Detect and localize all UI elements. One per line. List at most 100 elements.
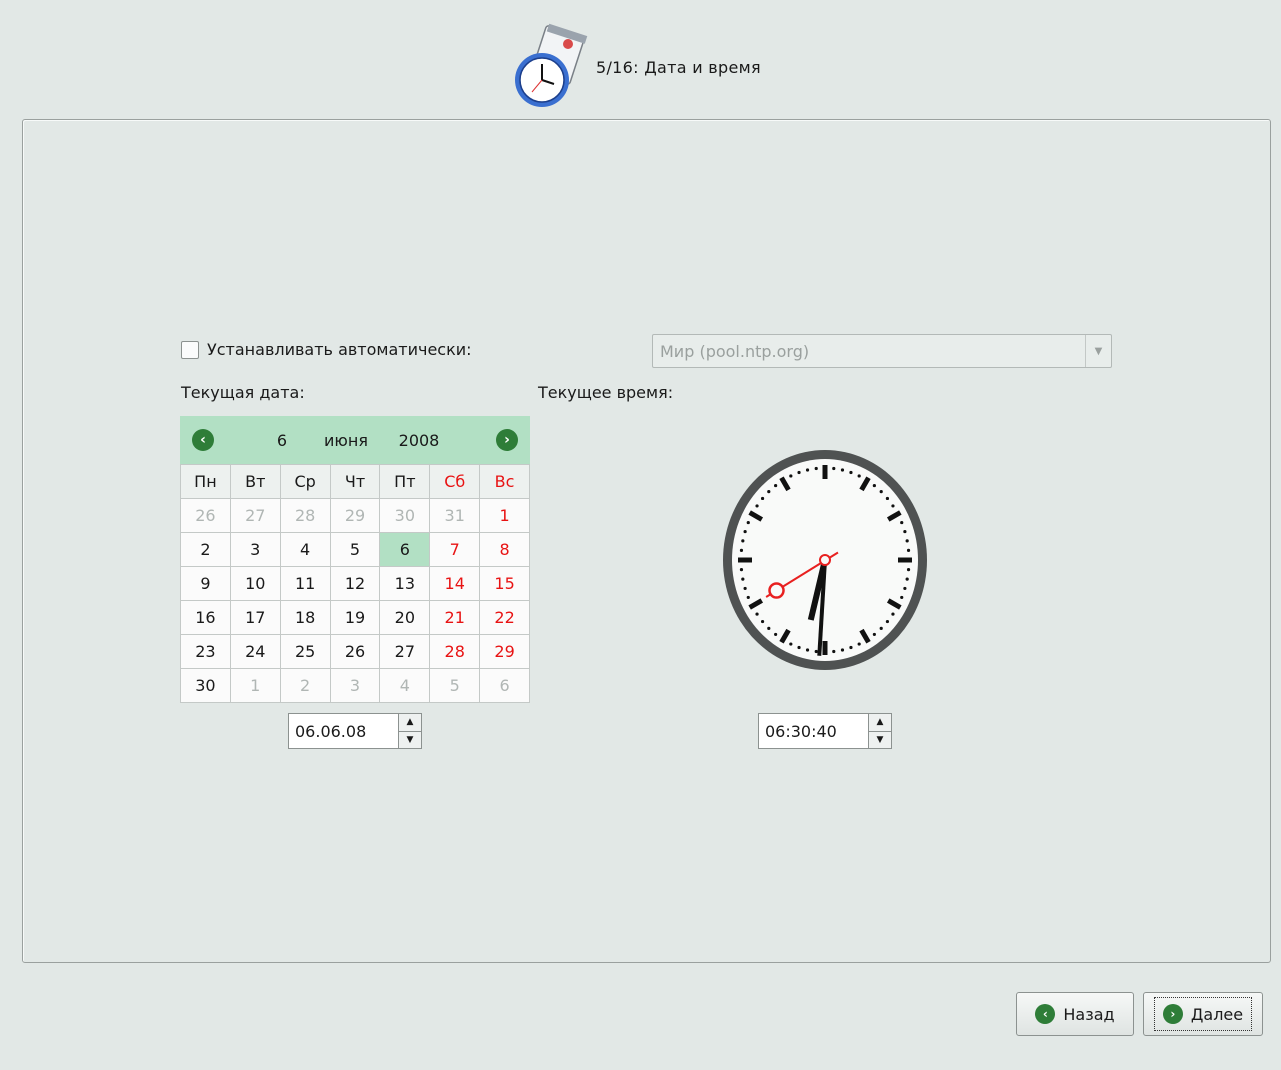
next-button[interactable]: › Далее bbox=[1143, 992, 1263, 1036]
weekday-header: Вс bbox=[480, 465, 530, 499]
back-button[interactable]: ‹ Назад bbox=[1016, 992, 1134, 1036]
minute-tick bbox=[739, 548, 744, 552]
minute-tick bbox=[774, 483, 778, 488]
date-input[interactable]: 06.06.08 bbox=[289, 714, 398, 748]
calendar-day-cell[interactable]: 2 bbox=[280, 669, 331, 703]
minute-tick bbox=[905, 539, 909, 543]
calendar-day-cell[interactable]: 23 bbox=[181, 635, 231, 669]
ntp-server-select[interactable]: Мир (pool.ntp.org) ▼ bbox=[652, 334, 1112, 368]
weekday-header: Сб bbox=[430, 465, 481, 499]
minute-tick bbox=[891, 504, 895, 508]
analog-clock bbox=[723, 450, 927, 670]
calendar-day-cell[interactable]: 8 bbox=[480, 533, 530, 567]
page-title: 5/16: Дата и время bbox=[596, 57, 761, 77]
calendar-day-cell[interactable]: 1 bbox=[230, 669, 281, 703]
time-spinbox[interactable]: 06:30:40 ▲ ▼ bbox=[758, 713, 892, 749]
page-header: 5/16: Дата и время bbox=[510, 22, 761, 112]
spin-up-icon[interactable]: ▲ bbox=[869, 714, 891, 732]
calendar-day-cell[interactable]: 26 bbox=[181, 499, 231, 533]
minute-tick bbox=[906, 548, 911, 552]
calendar-day-cell[interactable]: 27 bbox=[230, 499, 281, 533]
calendar-day-cell[interactable]: 28 bbox=[430, 635, 481, 669]
prev-month-button[interactable]: ‹ bbox=[192, 429, 214, 451]
calendar-day-cell[interactable]: 20 bbox=[380, 601, 431, 635]
calendar-day-cell[interactable]: 10 bbox=[230, 567, 281, 601]
calendar-day-cell[interactable]: 5 bbox=[430, 669, 481, 703]
spin-down-icon[interactable]: ▼ bbox=[869, 731, 891, 748]
calendar-day-cell[interactable]: 13 bbox=[380, 567, 431, 601]
minute-tick bbox=[743, 586, 747, 591]
auto-sync-label: Устанавливать автоматически: bbox=[207, 340, 472, 359]
calendar-day-cell[interactable]: 16 bbox=[181, 601, 231, 635]
calendar-day-cell[interactable]: 30 bbox=[380, 499, 431, 533]
calendar-day-cell[interactable]: 12 bbox=[330, 567, 381, 601]
minute-tick bbox=[789, 474, 793, 478]
minute-tick bbox=[872, 483, 876, 488]
weekday-header: Чт bbox=[330, 465, 381, 499]
calendar-day-cell[interactable]: 19 bbox=[330, 601, 381, 635]
auto-sync-checkbox[interactable] bbox=[181, 340, 199, 359]
minute-tick bbox=[900, 595, 904, 600]
minute-tick bbox=[885, 619, 890, 624]
spin-down-icon[interactable]: ▼ bbox=[399, 731, 421, 748]
calendar-day-cell[interactable]: 24 bbox=[230, 635, 281, 669]
calendar-day-cell[interactable]: 31 bbox=[430, 499, 481, 533]
minute-tick bbox=[760, 496, 765, 501]
calendar-day-cell[interactable]: 18 bbox=[280, 601, 331, 635]
arrow-left-icon: ‹ bbox=[1035, 1004, 1056, 1024]
calendar-year: 2008 bbox=[398, 430, 440, 450]
minute-tick bbox=[903, 529, 907, 534]
calendar-day-cell[interactable]: 4 bbox=[280, 533, 331, 567]
auto-sync-row[interactable]: Устанавливать автоматически: bbox=[181, 340, 472, 359]
current-date-label: Текущая дата: bbox=[181, 383, 305, 402]
calendar-day-cell[interactable]: 26 bbox=[330, 635, 381, 669]
weekday-header: Вт bbox=[230, 465, 281, 499]
calendar-day-cell[interactable]: 2 bbox=[181, 533, 231, 567]
calendar-day: 6 bbox=[276, 430, 288, 450]
calendar-day-cell[interactable]: 29 bbox=[330, 499, 381, 533]
minute-tick bbox=[849, 645, 853, 650]
spin-up-icon[interactable]: ▲ bbox=[399, 714, 421, 732]
weekday-header: Пн bbox=[181, 465, 231, 499]
calendar-day-cell[interactable]: 17 bbox=[230, 601, 281, 635]
calendar-day-cell[interactable]: 6 bbox=[380, 533, 431, 567]
minute-tick bbox=[797, 470, 801, 475]
minute-tick bbox=[840, 468, 845, 472]
calendar-day-cell[interactable]: 5 bbox=[330, 533, 381, 567]
calendar-day-cell[interactable]: 7 bbox=[430, 533, 481, 567]
next-month-button[interactable]: › bbox=[496, 429, 518, 451]
minute-tick bbox=[891, 612, 895, 616]
minute-tick bbox=[755, 504, 759, 508]
calendar-day-cell[interactable]: 1 bbox=[480, 499, 530, 533]
calendar-day-cell[interactable]: 3 bbox=[330, 669, 381, 703]
calendar-day-cell[interactable]: 27 bbox=[380, 635, 431, 669]
calendar: ‹ 6 июня 2008 › Пн Вт Ср Чт Пт Сб Вс 26 27 28 29 30… bbox=[180, 416, 530, 703]
minute-tick bbox=[746, 595, 750, 600]
calendar-day-cell[interactable]: 14 bbox=[430, 567, 481, 601]
calendar-day-cell[interactable]: 15 bbox=[480, 567, 530, 601]
clock-center bbox=[819, 554, 831, 566]
calendar-day-cell[interactable]: 21 bbox=[430, 601, 481, 635]
weekday-header: Пт bbox=[380, 465, 431, 499]
back-button-label: Назад bbox=[1063, 1004, 1115, 1024]
calendar-day-cell[interactable]: 29 bbox=[480, 635, 530, 669]
calendar-day-cell[interactable]: 28 bbox=[280, 499, 331, 533]
minute-tick bbox=[797, 645, 801, 650]
chevron-down-icon[interactable]: ▼ bbox=[1085, 335, 1111, 367]
minute-tick bbox=[840, 648, 845, 652]
calendar-day-cell[interactable]: 11 bbox=[280, 567, 331, 601]
minute-tick bbox=[832, 466, 836, 471]
date-spinbox[interactable]: 06.06.08 ▲ ▼ bbox=[288, 713, 422, 749]
minute-tick bbox=[832, 649, 836, 654]
calendar-day-cell[interactable]: 22 bbox=[480, 601, 530, 635]
arrow-right-icon: › bbox=[504, 432, 510, 448]
calendar-day-cell[interactable]: 25 bbox=[280, 635, 331, 669]
time-input[interactable]: 06:30:40 bbox=[759, 714, 868, 748]
calendar-grid: Пн Вт Ср Чт Пт Сб Вс 26 27 28 29 30 31 1 2 3 4 5 6 7 8 9 10 11 1… bbox=[180, 464, 530, 703]
calendar-day-cell[interactable]: 9 bbox=[181, 567, 231, 601]
minute-tick bbox=[755, 612, 759, 616]
calendar-day-cell[interactable]: 3 bbox=[230, 533, 281, 567]
calendar-day-cell[interactable]: 6 bbox=[480, 669, 530, 703]
calendar-day-cell[interactable]: 30 bbox=[181, 669, 231, 703]
calendar-day-cell[interactable]: 4 bbox=[380, 669, 431, 703]
